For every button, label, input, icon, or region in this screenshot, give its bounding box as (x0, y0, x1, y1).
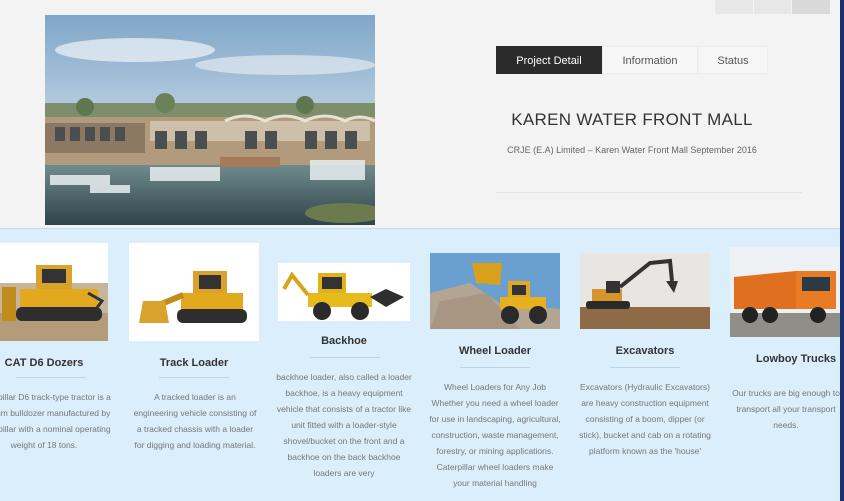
divider (496, 192, 802, 193)
backhoe-image (278, 263, 410, 321)
project-hero-image (45, 15, 375, 225)
equipment-card-excavator[interactable]: Excavators Excavators (Hydraulic Excavat… (578, 229, 712, 501)
equipment-card-backhoe[interactable]: Backhoe backhoe loader, also called a lo… (276, 229, 412, 501)
equipment-card-dozer[interactable]: CAT D6 Dozers Caterpillar D6 track-type … (0, 229, 112, 501)
divider (16, 377, 86, 378)
window-edge (840, 0, 844, 501)
wheel-loader-image (430, 253, 560, 329)
tab-information[interactable]: Information (602, 46, 698, 74)
equipment-title: Wheel Loader (458, 345, 532, 357)
equipment-title: CAT D6 Dozers (4, 357, 84, 369)
equipment-card-track-loader[interactable]: Track Loader A tracked loader is an engi… (127, 229, 261, 501)
equipment-description: Wheel Loaders for Any Job Whether you ne… (429, 382, 561, 488)
tab-status[interactable]: Status (698, 46, 768, 74)
track-loader-image (129, 243, 259, 341)
divider (610, 367, 680, 368)
equipment-title: Lowboy Trucks (756, 353, 837, 365)
project-tabs: Project Detail Information Status (496, 46, 768, 74)
divider (159, 377, 229, 378)
toolbar-icon[interactable] (752, 0, 792, 14)
project-subtitle: CRJE (E.A) Limited – Karen Water Front M… (507, 145, 757, 155)
equipment-description: Caterpillar D6 track-type tractor is a m… (0, 392, 111, 450)
equipment-card-wheel-loader[interactable]: Wheel Loader Wheel Loaders for Any Job W… (428, 229, 562, 501)
top-toolbar (714, 0, 831, 14)
tab-project-detail[interactable]: Project Detail (496, 46, 602, 74)
toolbar-icon[interactable] (791, 0, 831, 14)
equipment-card-lowboy-truck[interactable]: Lowboy Trucks Our trucks are big enough … (728, 229, 844, 501)
equipment-description: A tracked loader is an engineering vehic… (133, 392, 257, 450)
equipment-description: backhoe loader, also called a loader bac… (276, 372, 412, 478)
equipment-section: CAT D6 Dozers Caterpillar D6 track-type … (0, 228, 842, 501)
excavator-image (580, 253, 710, 329)
toolbar-icon[interactable] (714, 0, 753, 14)
dozer-image (0, 243, 108, 341)
equipment-description: Our trucks are big enough to transport a… (732, 388, 840, 430)
truck-image (730, 247, 842, 337)
divider (460, 367, 530, 368)
project-title: KAREN WATER FRONT MALL (511, 110, 753, 129)
divider (310, 357, 380, 358)
equipment-title: Excavators (615, 345, 675, 357)
project-section: Project Detail Information Status KAREN … (0, 0, 844, 228)
equipment-title: Track Loader (159, 357, 229, 369)
equipment-title: Backhoe (321, 335, 367, 347)
equipment-description: Excavators (Hydraulic Excavators) are he… (579, 382, 711, 456)
